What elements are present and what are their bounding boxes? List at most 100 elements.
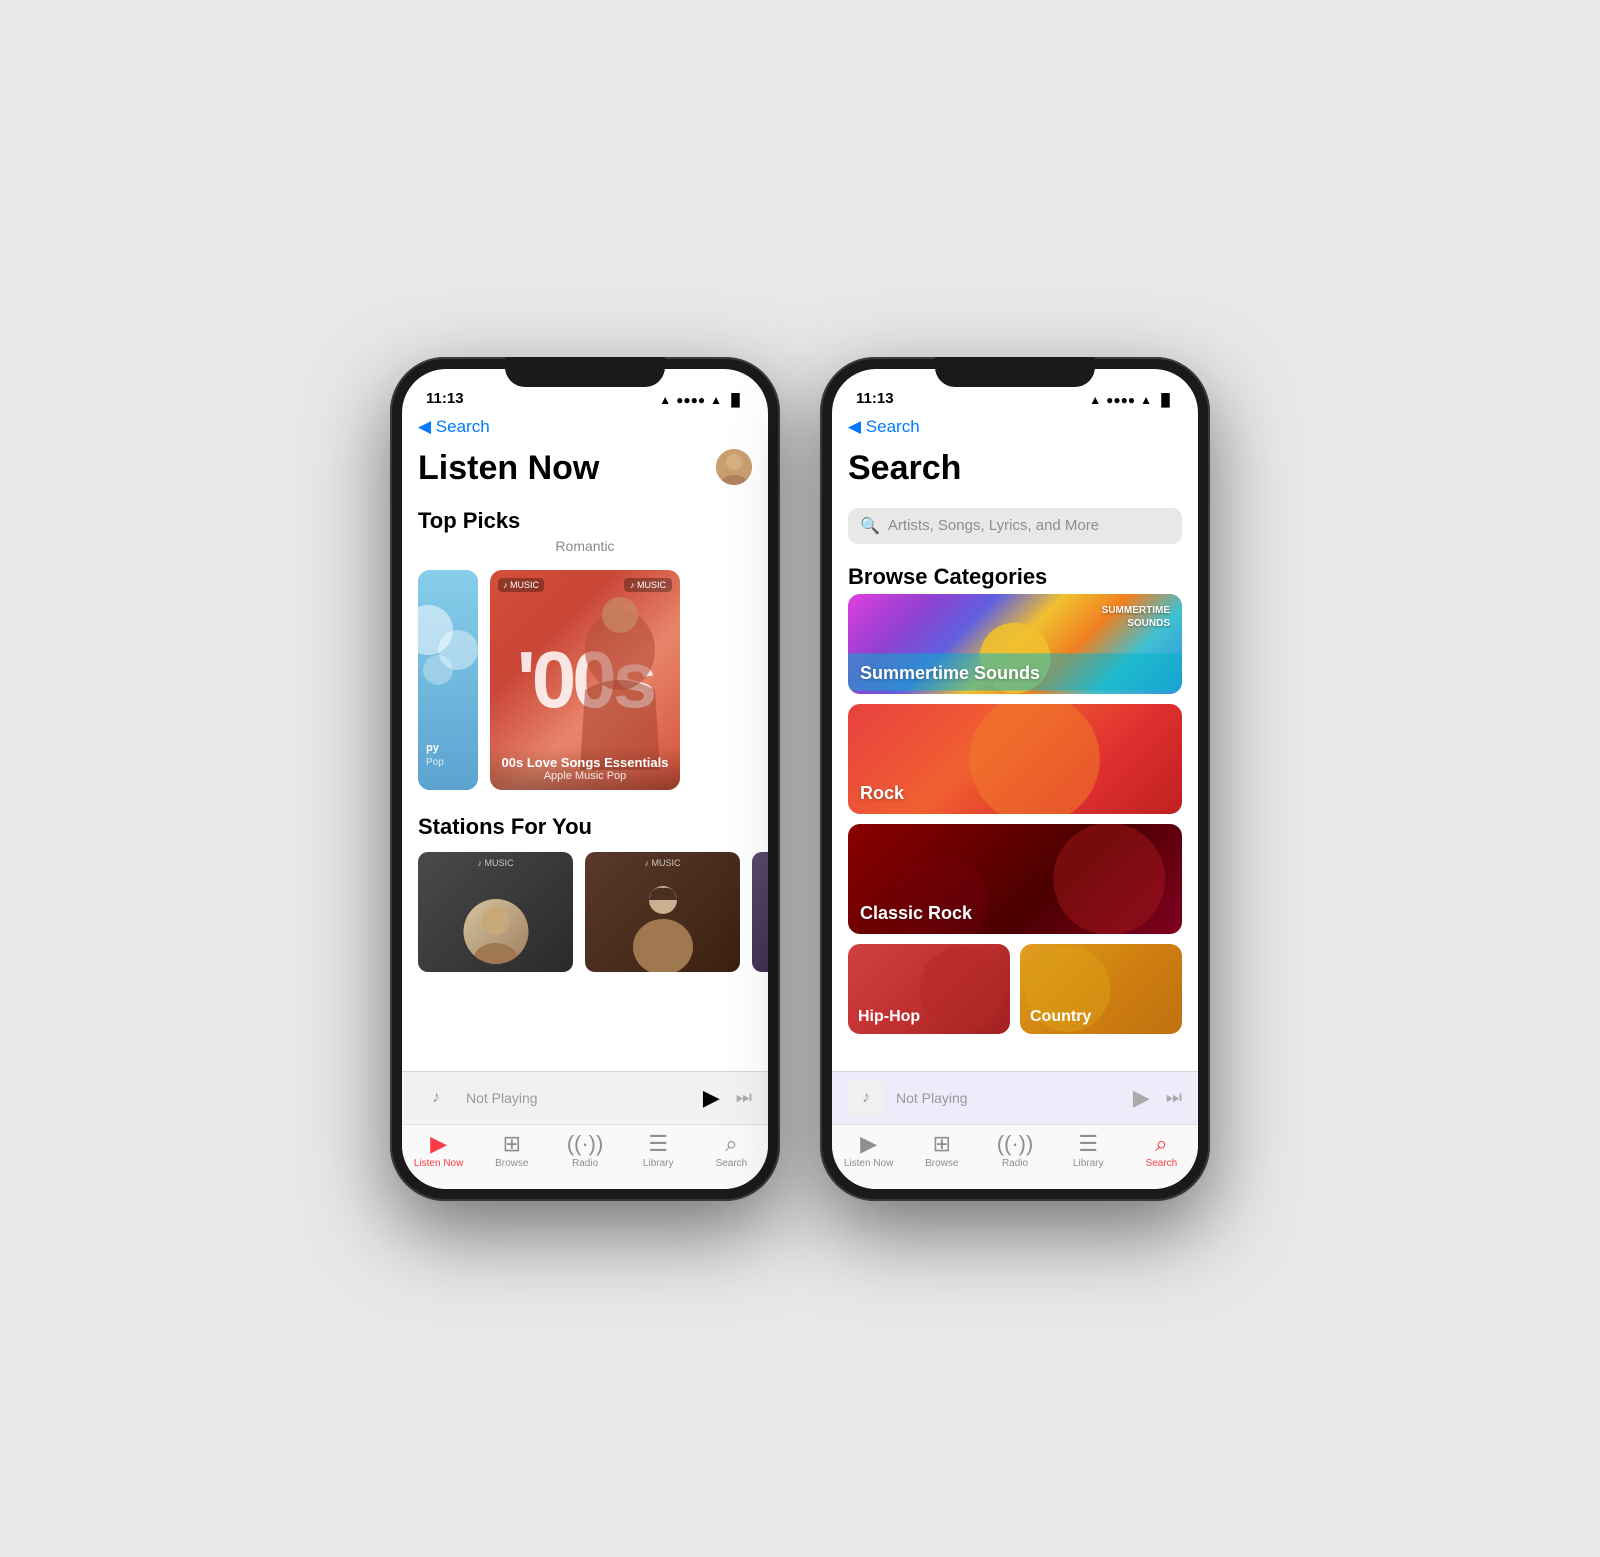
- signal-icon-2: ●●●●: [1106, 393, 1135, 407]
- category-rock[interactable]: Rock: [848, 704, 1182, 814]
- mini-player-text-1: Not Playing: [466, 1090, 691, 1106]
- sublabel-romantic: Romantic: [402, 538, 768, 562]
- tab-label-browse-2: Browse: [925, 1158, 958, 1169]
- status-icons-1: ▲ ●●●● ▲ ▐▌: [659, 393, 744, 407]
- tab-label-radio-2: Radio: [1002, 1158, 1028, 1169]
- category-country[interactable]: Country: [1020, 944, 1182, 1034]
- small-cards-row: Hip-Hop Country: [848, 944, 1182, 1034]
- status-time-1: 11:13: [426, 390, 464, 407]
- rock-label: Rock: [860, 783, 904, 804]
- station-card-1[interactable]: ♪ MUSIC: [418, 852, 573, 972]
- cards-scroll[interactable]: ♪ MUSIC py Pop ♪ MUSIC ♪ MUSIC: [402, 562, 768, 806]
- partial-label: py: [426, 742, 439, 754]
- tab-icon-library-1: ☰: [648, 1133, 668, 1155]
- tab-label-search-2: Search: [1146, 1158, 1178, 1169]
- tab-search-2[interactable]: ⌕ Search: [1125, 1133, 1198, 1169]
- stations-scroll[interactable]: ♪ MUSIC ♪ MUSIC: [402, 844, 768, 988]
- mini-player-1[interactable]: ♪ Not Playing ▶ ⏭: [402, 1071, 768, 1124]
- tab-icon-listen-1: ▶: [430, 1133, 447, 1155]
- tab-icon-browse-1: ⊞: [503, 1133, 521, 1155]
- tab-label-listen-1: Listen Now: [414, 1158, 463, 1169]
- page-title-1: Listen Now: [402, 441, 704, 500]
- station-card-3[interactable]: [752, 852, 768, 972]
- tab-label-listen-2: Listen Now: [844, 1158, 893, 1169]
- tab-radio-1[interactable]: ((·)) Radio: [548, 1133, 621, 1169]
- screen-content-1[interactable]: Listen Now Top Picks Romantic ♪ MUSIC: [402, 441, 768, 1071]
- partial-sublabel: Pop: [426, 757, 444, 768]
- tab-bar-2: ▶ Listen Now ⊞ Browse ((·)) Radio ☰ Libr…: [832, 1124, 1198, 1189]
- signal-icon: ●●●●: [676, 393, 705, 407]
- partial-card[interactable]: ♪ MUSIC py Pop: [418, 570, 478, 790]
- tab-label-browse-1: Browse: [495, 1158, 528, 1169]
- search-bar-icon: 🔍: [860, 516, 880, 536]
- location-icon-2: ▲: [1089, 393, 1101, 407]
- tab-radio-2[interactable]: ((·)) Radio: [978, 1133, 1051, 1169]
- tab-icon-browse-2: ⊞: [933, 1133, 951, 1155]
- section-browse: Browse Categories: [832, 556, 1198, 594]
- page-title-2: Search: [832, 441, 1198, 500]
- tab-label-library-1: Library: [643, 1158, 674, 1169]
- country-label: Country: [1030, 1008, 1091, 1026]
- wifi-icon: ▲: [710, 393, 722, 407]
- mini-player-icon-1: ♪: [418, 1080, 454, 1116]
- oos-title: 00s Love Songs Essentials: [498, 755, 672, 770]
- back-nav-1[interactable]: ◀ Search: [402, 413, 768, 441]
- user-avatar[interactable]: [716, 449, 752, 485]
- oos-overlay: 00s Love Songs Essentials Apple Music Po…: [490, 747, 680, 790]
- mini-player-2[interactable]: ♪ Not Playing ▶ ⏭: [832, 1071, 1198, 1124]
- section-top-picks: Top Picks: [402, 500, 768, 538]
- battery-icon-2: ▐▌: [1157, 393, 1174, 407]
- tab-library-2[interactable]: ☰ Library: [1052, 1133, 1125, 1169]
- classic-rock-label: Classic Rock: [860, 903, 972, 924]
- tab-library-1[interactable]: ☰ Library: [622, 1133, 695, 1169]
- category-classic-rock[interactable]: Classic Rock: [848, 824, 1182, 934]
- summertime-label: Summertime Sounds: [860, 663, 1040, 684]
- location-icon: ▲: [659, 393, 671, 407]
- tab-listen-now-2[interactable]: ▶ Listen Now: [832, 1133, 905, 1169]
- section-stations: Stations For You: [402, 806, 768, 844]
- phone-1: 11:13 ▲ ●●●● ▲ ▐▌ ◀ Search Listen Now: [390, 357, 780, 1201]
- hiphop-label: Hip-Hop: [858, 1008, 920, 1026]
- tab-icon-radio-1: ((·)): [567, 1133, 604, 1155]
- tab-bar-1: ▶ Listen Now ⊞ Browse ((·)) Radio ☰ Libr…: [402, 1124, 768, 1189]
- tab-icon-radio-2: ((·)): [997, 1133, 1034, 1155]
- back-nav-2[interactable]: ◀ Search: [832, 413, 1198, 441]
- tab-listen-now-1[interactable]: ▶ Listen Now: [402, 1133, 475, 1169]
- station-badge-2: ♪ MUSIC: [585, 858, 740, 868]
- battery-icon: ▐▌: [727, 393, 744, 407]
- tab-label-search-1: Search: [716, 1158, 748, 1169]
- screen-content-2[interactable]: Search 🔍 Artists, Songs, Lyrics, and Mor…: [832, 441, 1198, 1071]
- skip-button-2[interactable]: ⏭: [1166, 1087, 1182, 1108]
- search-bar[interactable]: 🔍 Artists, Songs, Lyrics, and More: [848, 508, 1182, 544]
- notch-2: [935, 357, 1095, 387]
- search-placeholder: Artists, Songs, Lyrics, and More: [888, 517, 1099, 534]
- tab-icon-search-1: ⌕: [725, 1133, 737, 1155]
- mini-player-controls-2: ▶ ⏭: [1133, 1085, 1182, 1111]
- station-card-2[interactable]: ♪ MUSIC: [585, 852, 740, 972]
- tab-icon-listen-2: ▶: [860, 1133, 877, 1155]
- status-icons-2: ▲ ●●●● ▲ ▐▌: [1089, 393, 1174, 407]
- oos-subtitle: Apple Music Pop: [498, 770, 672, 782]
- station-badge-1: ♪ MUSIC: [418, 858, 573, 868]
- category-hiphop[interactable]: Hip-Hop: [848, 944, 1010, 1034]
- phone-2: 11:13 ▲ ●●●● ▲ ▐▌ ◀ Search Search 🔍 Arti…: [820, 357, 1210, 1201]
- tab-browse-1[interactable]: ⊞ Browse: [475, 1133, 548, 1169]
- status-time-2: 11:13: [856, 390, 894, 407]
- play-button-1[interactable]: ▶: [703, 1085, 720, 1111]
- search-bar-container[interactable]: 🔍 Artists, Songs, Lyrics, and More: [832, 500, 1198, 556]
- mini-player-controls-1: ▶ ⏭: [703, 1085, 752, 1111]
- tab-search-1[interactable]: ⌕ Search: [695, 1133, 768, 1169]
- skip-button-1[interactable]: ⏭: [736, 1087, 752, 1108]
- pick-card-oos[interactable]: ♪ MUSIC ♪ MUSIC '00s 00s Love Songs Esse…: [490, 570, 680, 790]
- wifi-icon-2: ▲: [1140, 393, 1152, 407]
- tab-label-library-2: Library: [1073, 1158, 1104, 1169]
- tab-browse-2[interactable]: ⊞ Browse: [905, 1133, 978, 1169]
- tab-label-radio-1: Radio: [572, 1158, 598, 1169]
- notch-1: [505, 357, 665, 387]
- category-summertime[interactable]: SUMMERTIMESOUNDS Summertime Sounds: [848, 594, 1182, 694]
- tab-icon-search-2: ⌕: [1155, 1133, 1167, 1155]
- mini-player-icon-2: ♪: [848, 1080, 884, 1116]
- mini-player-text-2: Not Playing: [896, 1090, 1121, 1106]
- play-button-2[interactable]: ▶: [1133, 1085, 1150, 1111]
- tab-icon-library-2: ☰: [1078, 1133, 1098, 1155]
